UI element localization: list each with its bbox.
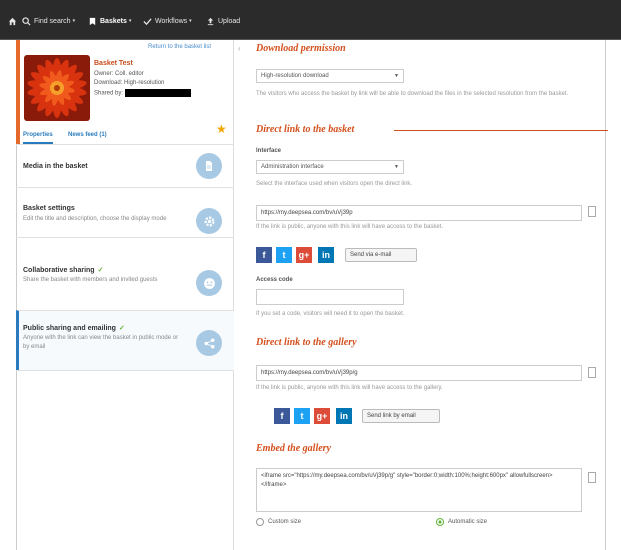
radio-custom-size[interactable]: Custom size: [256, 518, 301, 526]
upload-icon: [207, 17, 214, 25]
flower-image: [24, 55, 90, 121]
twitter-icon[interactable]: t: [276, 247, 292, 263]
basket-title: Basket Test: [94, 60, 133, 67]
download-permission-heading: Download permission: [256, 43, 346, 54]
copy-icon[interactable]: [588, 472, 596, 483]
gallery-url-help: If the link is public, anyone with this …: [256, 385, 443, 391]
menu-item-description: Edit the title and description, choose t…: [23, 216, 167, 222]
bookmark-icon: [89, 17, 96, 25]
back-to-baskets-link[interactable]: Return to the basket list: [148, 44, 211, 50]
menu-media-in-basket[interactable]: Media in the basket: [16, 144, 234, 187]
menu-item-title-text: Collaborative sharing: [23, 267, 95, 274]
download-permission-value: High-resolution download: [261, 73, 329, 79]
shared-by-label: Shared by:: [94, 90, 124, 97]
people-icon: [196, 270, 222, 296]
top-nav-bar: Find search ▾ Baskets ▾ Workflows ▾ Upload: [0, 0, 621, 40]
interface-label: Interface: [256, 148, 282, 154]
basket-owner: Owner: Coll. editor: [94, 71, 144, 77]
gallery-link-heading: Direct link to the gallery: [256, 337, 357, 348]
send-basket-email-button[interactable]: Send via e-mail: [345, 248, 417, 262]
access-code-field[interactable]: [256, 289, 404, 305]
linkedin-icon[interactable]: in: [318, 247, 334, 263]
linkedin-icon[interactable]: in: [336, 408, 352, 424]
menu-item-title: Basket settings: [23, 205, 75, 212]
embed-gallery-heading: Embed the gallery: [256, 443, 331, 454]
menu-item-title: Collaborative sharing ✓: [23, 266, 103, 274]
radio-label: Custom size: [268, 519, 302, 525]
share-icon: [196, 330, 222, 356]
favorite-star-icon[interactable]: ★: [216, 122, 227, 136]
home-button[interactable]: [8, 14, 20, 28]
download-permission-help: The visitors who access the basket by li…: [256, 91, 569, 97]
embed-code-field[interactable]: <iframe src="https://my.deepsea.com/bv/u…: [256, 468, 582, 512]
nav-workflows-label: Workflows: [155, 17, 188, 25]
basket-sidebar: Return to the basket list Basket Test Ow…: [16, 40, 234, 550]
radio-automatic-size[interactable]: Automatic size: [436, 518, 487, 526]
basket-shared-by: Shared by:: [94, 89, 192, 97]
menu-basket-settings[interactable]: Basket settings Edit the title and descr…: [16, 187, 234, 237]
chevron-down-icon: ▼: [394, 164, 399, 170]
basket-url-help: If the link is public, anyone with this …: [256, 224, 444, 230]
nav-upload[interactable]: Upload: [206, 14, 240, 28]
nav-upload-label: Upload: [218, 17, 241, 25]
basket-link-heading: Direct link to the basket: [256, 124, 355, 135]
twitter-icon[interactable]: t: [294, 408, 310, 424]
checkmark-icon: [143, 17, 152, 25]
collapse-arrow-icon[interactable]: ‹: [238, 44, 241, 53]
chevron-down-icon: ▾: [128, 18, 132, 24]
copy-icon[interactable]: [588, 206, 596, 217]
menu-item-description: Anyone with the link can view the basket…: [23, 335, 179, 350]
menu-item-title: Public sharing and emailing ✓: [23, 324, 125, 332]
interface-help: Select the interface used when visitors …: [256, 181, 413, 187]
basket-download-mode: Download: High-resolution: [94, 80, 165, 86]
basket-thumbnail[interactable]: [24, 55, 90, 121]
google-plus-icon[interactable]: g+: [296, 247, 312, 263]
access-code-help: If you set a code, visitors will need it…: [256, 311, 405, 317]
download-permission-select[interactable]: High-resolution download ▼: [256, 69, 404, 83]
nav-search-label: Find search: [34, 17, 71, 25]
check-icon: ✓: [118, 325, 125, 332]
sharing-settings-panel: Download permission High-resolution down…: [256, 40, 608, 550]
home-icon: [8, 17, 17, 25]
radio-label: Automatic size: [448, 519, 488, 525]
menu-item-title-text: Public sharing and emailing: [23, 325, 116, 332]
interface-value: Administration interface: [261, 164, 324, 170]
menu-item-description: Share the basket with members and invite…: [23, 277, 158, 283]
basket-url-field[interactable]: https://my.deepsea.com/bv/uVj39p: [256, 205, 582, 221]
google-plus-icon[interactable]: g+: [314, 408, 330, 424]
radio-dot: [256, 518, 264, 526]
redacted-name: [125, 89, 192, 97]
facebook-icon[interactable]: f: [274, 408, 290, 424]
menu-divider: [16, 370, 234, 371]
check-icon: ✓: [97, 267, 104, 274]
menu-item-title: Media in the basket: [23, 163, 88, 170]
nav-search[interactable]: Find search ▾: [22, 14, 75, 28]
gear-icon: [196, 208, 222, 234]
nav-baskets[interactable]: Baskets ▾: [88, 14, 131, 28]
document-icon: [196, 153, 222, 179]
chevron-down-icon: ▼: [394, 73, 399, 79]
access-code-label: Access code: [256, 277, 293, 283]
interface-select[interactable]: Administration interface ▼: [256, 160, 404, 174]
tab-news-feed[interactable]: News feed (1): [68, 126, 107, 144]
nav-baskets-label: Baskets: [100, 17, 127, 25]
chevron-down-icon: ▾: [72, 18, 76, 24]
search-icon: [22, 16, 31, 26]
nav-workflows[interactable]: Workflows ▾: [143, 14, 192, 28]
section-divider: [394, 130, 608, 131]
basket-header: Return to the basket list Basket Test Ow…: [16, 40, 234, 144]
menu-collaborative-sharing[interactable]: Collaborative sharing ✓ Share the basket …: [16, 237, 234, 310]
basket-tabs: Properties News feed (1): [16, 126, 234, 144]
gallery-url-field[interactable]: https://my.deepsea.com/bv/uVj39p/g: [256, 365, 582, 381]
send-gallery-email-button[interactable]: Send link by email: [362, 409, 440, 423]
copy-icon[interactable]: [588, 367, 596, 378]
facebook-icon[interactable]: f: [256, 247, 272, 263]
menu-public-sharing[interactable]: Public sharing and emailing ✓ Anyone with…: [16, 310, 234, 370]
chevron-down-icon: ▾: [189, 18, 192, 24]
tab-properties[interactable]: Properties: [23, 126, 53, 144]
radio-dot-selected: [436, 518, 444, 526]
